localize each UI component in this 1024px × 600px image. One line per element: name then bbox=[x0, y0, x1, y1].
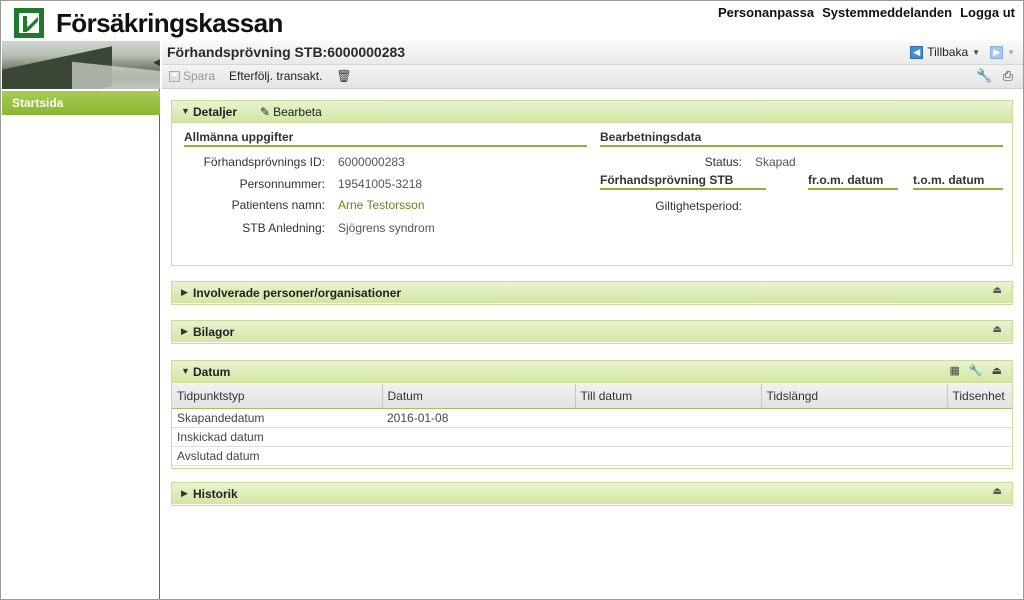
field-value-id: 6000000283 bbox=[338, 155, 405, 169]
brand-mark-icon bbox=[14, 8, 44, 38]
edit-button[interactable]: ✎ Bearbeta bbox=[260, 105, 322, 119]
table-cell: Avslutad datum bbox=[172, 446, 382, 466]
historik-panel: ▶ Historik ⏏ bbox=[171, 482, 1013, 506]
column-header[interactable]: Tidslängd bbox=[761, 384, 948, 409]
forward-arrow-icon[interactable]: ▶ bbox=[990, 45, 1004, 59]
datum-title: Datum bbox=[193, 365, 231, 379]
top-header: Försäkringskassan Personanpassa Systemme… bbox=[1, 1, 1023, 41]
table-cell bbox=[575, 408, 761, 428]
table-row[interactable]: Skapandedatum 2016-01-08 bbox=[172, 408, 1012, 428]
historik-header[interactable]: ▶ Historik ⏏ bbox=[172, 483, 1012, 504]
field-label: Patientens namn: bbox=[231, 198, 325, 212]
detaljer-header[interactable]: ▼ Detaljer ✎ Bearbeta bbox=[172, 101, 1012, 123]
field-label: Förhandsprövnings ID: bbox=[203, 155, 325, 169]
logout-link[interactable]: Logga ut bbox=[960, 5, 1015, 20]
brand-name: Försäkringskassan bbox=[56, 8, 283, 38]
from-date-header: fr.o.m. datum bbox=[808, 173, 898, 190]
collapse-up-icon[interactable]: ⏏ bbox=[993, 324, 1002, 335]
datum-table: Tidpunktstyp Datum Till datum Tidslängd … bbox=[172, 384, 1012, 466]
systemmeddelanden-link[interactable]: Systemmeddelanden bbox=[822, 5, 952, 20]
datum-header[interactable]: ▼ Datum ▦ 🔧 ⏏ bbox=[172, 361, 1012, 383]
trash-icon[interactable]: 🗑 bbox=[336, 69, 351, 83]
processing-section-title: Bearbetningsdata bbox=[600, 130, 1003, 147]
table-cell bbox=[947, 446, 1012, 466]
edit-label: Bearbeta bbox=[273, 105, 322, 119]
page-title: Förhandsprövning STB:6000000283 bbox=[167, 44, 406, 60]
expanded-arrow-icon[interactable]: ▼ bbox=[181, 106, 190, 116]
stb-section-title: Förhandsprövning STB bbox=[600, 173, 766, 190]
field-value-anledning: Sjögrens syndrom bbox=[338, 221, 435, 235]
pencil-icon: ✎ bbox=[260, 105, 271, 119]
save-button[interactable]: Spara bbox=[169, 69, 215, 83]
personanpassa-link[interactable]: Personanpassa bbox=[718, 5, 814, 20]
column-header[interactable]: Tidpunktstyp bbox=[172, 384, 383, 409]
back-dropdown-icon[interactable]: ▼ bbox=[972, 48, 980, 57]
export-excel-icon[interactable]: ▦ bbox=[949, 364, 959, 377]
application-window: Försäkringskassan Personanpassa Systemme… bbox=[0, 0, 1024, 600]
table-cell bbox=[761, 446, 947, 466]
table-cell bbox=[947, 408, 1012, 428]
to-date-header: t.o.m. datum bbox=[913, 173, 1003, 190]
involverade-title: Involverade personer/organisationer bbox=[193, 286, 402, 300]
brand-logo: Försäkringskassan bbox=[14, 8, 283, 38]
table-cell bbox=[575, 446, 761, 466]
detaljer-title: Detaljer bbox=[193, 105, 238, 119]
table-row[interactable]: Inskickad datum bbox=[172, 427, 1012, 447]
field-value-personnummer: 19541005-3218 bbox=[338, 177, 423, 191]
field-label: Personnummer: bbox=[239, 177, 325, 191]
table-cell: 2016-01-08 bbox=[382, 408, 575, 428]
wrench-settings-icon[interactable]: 🔧 bbox=[969, 364, 983, 377]
table-cell: Inskickad datum bbox=[172, 427, 382, 447]
floppy-disk-icon bbox=[169, 70, 180, 82]
wrench-settings-icon[interactable]: 🔧 bbox=[976, 68, 992, 84]
collapse-sidebar-icon[interactable]: ◀ bbox=[153, 57, 160, 68]
field-label: STB Anledning: bbox=[242, 221, 325, 235]
table-cell bbox=[382, 427, 575, 447]
toolbar: Spara Efterfölj. transakt. 🗑 🔧 ⎙ bbox=[162, 65, 1023, 89]
top-links: Personanpassa Systemmeddelanden Logga ut bbox=[718, 5, 1015, 20]
status-value: Skapad bbox=[755, 155, 796, 169]
collapse-up-icon[interactable]: ⏏ bbox=[992, 364, 1002, 377]
sidebar-item-startsida[interactable]: Startsida bbox=[2, 91, 160, 115]
save-label: Spara bbox=[183, 69, 216, 83]
datum-panel: ▼ Datum ▦ 🔧 ⏏ Tidpunktstyp Datum Till da… bbox=[171, 360, 1013, 469]
column-header[interactable]: Tidsenhet bbox=[947, 384, 1012, 409]
validity-label: Giltighetsperiod: bbox=[655, 199, 742, 213]
table-cell: Skapandedatum bbox=[172, 408, 382, 428]
landscape-banner bbox=[2, 41, 160, 89]
bilagor-title: Bilagor bbox=[193, 325, 235, 339]
collapsed-arrow-icon[interactable]: ▶ bbox=[181, 326, 188, 337]
collapsed-arrow-icon[interactable]: ▶ bbox=[181, 287, 188, 298]
collapsed-arrow-icon[interactable]: ▶ bbox=[181, 488, 188, 499]
back-button[interactable]: Tillbaka bbox=[927, 45, 968, 59]
expanded-arrow-icon[interactable]: ▼ bbox=[181, 366, 190, 376]
table-cell bbox=[761, 408, 947, 428]
bilagor-panel: ▶ Bilagor ⏏ bbox=[171, 320, 1013, 344]
table-cell bbox=[382, 446, 575, 466]
involverade-header[interactable]: ▶ Involverade personer/organisationer ⏏ bbox=[172, 282, 1012, 303]
involverade-panel: ▶ Involverade personer/organisationer ⏏ bbox=[171, 281, 1013, 305]
table-cell bbox=[947, 427, 1012, 447]
followup-transaction-button[interactable]: Efterfölj. transakt. bbox=[229, 69, 322, 83]
forward-dropdown-icon[interactable]: ▼ bbox=[1007, 48, 1015, 57]
print-icon[interactable]: ⎙ bbox=[1003, 68, 1013, 84]
bilagor-header[interactable]: ▶ Bilagor ⏏ bbox=[172, 321, 1012, 342]
collapse-up-icon[interactable]: ⏏ bbox=[993, 285, 1002, 296]
sidebar: Startsida bbox=[2, 41, 160, 599]
column-header[interactable]: Till datum bbox=[575, 384, 762, 409]
column-header[interactable]: Datum bbox=[382, 384, 576, 409]
table-cell bbox=[761, 427, 947, 447]
historik-title: Historik bbox=[193, 487, 238, 501]
table-cell bbox=[575, 427, 761, 447]
patient-name-link[interactable]: Arne Testorsson bbox=[338, 198, 425, 212]
general-section-title: Allmänna uppgifter bbox=[184, 130, 587, 147]
back-arrow-icon[interactable]: ◀ bbox=[910, 45, 924, 59]
detaljer-panel: ▼ Detaljer ✎ Bearbeta Allmänna uppgifter… bbox=[171, 100, 1013, 266]
navigation-controls: ◀ Tillbaka ▼ ▶ ▼ bbox=[910, 45, 1015, 59]
title-bar: Förhandsprövning STB:6000000283 ◀ Tillba… bbox=[162, 41, 1023, 65]
status-label: Status: bbox=[704, 155, 742, 169]
table-row[interactable]: Avslutad datum bbox=[172, 446, 1012, 466]
collapse-up-icon[interactable]: ⏏ bbox=[993, 486, 1002, 497]
